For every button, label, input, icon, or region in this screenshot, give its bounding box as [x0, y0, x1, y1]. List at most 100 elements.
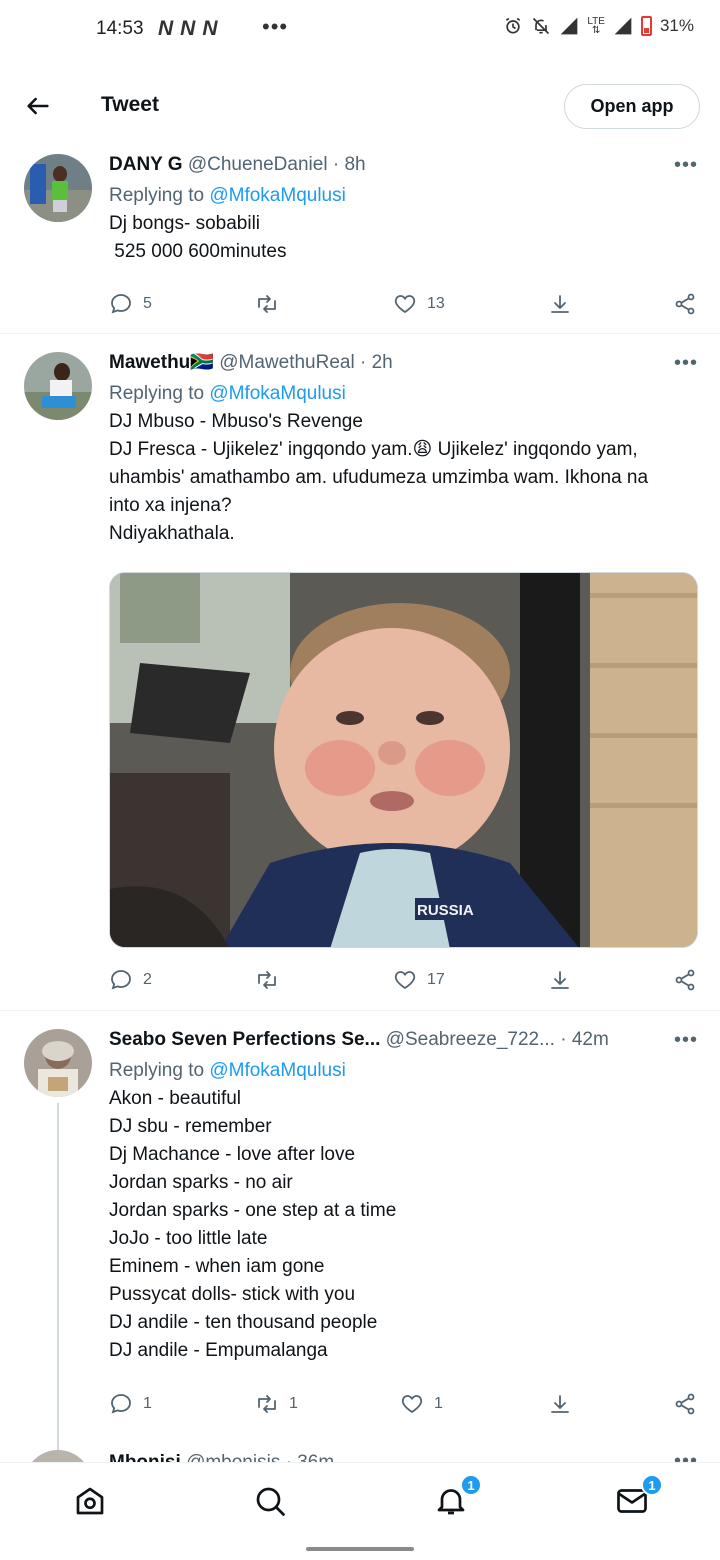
tweet-line: DJ sbu - remember [109, 1116, 272, 1137]
tweet-line: Dj Machance - love after love [109, 1144, 356, 1165]
author-handle[interactable]: @mbonisis [186, 1452, 280, 1462]
like-count: 1 [434, 1395, 443, 1412]
share-button[interactable] [673, 290, 697, 318]
tweet-line: Ndiyakhathala. [109, 523, 235, 544]
more-notifications-icon: ••• [262, 14, 289, 39]
more-options-icon[interactable]: ••• [674, 352, 697, 378]
avatar[interactable] [24, 1029, 92, 1097]
more-options-icon[interactable]: ••• [674, 1029, 697, 1055]
back-arrow-icon[interactable] [24, 92, 52, 120]
tweet-text: Dj bongs- sobabili 525 000 600minutes [109, 210, 698, 266]
nav-search[interactable] [252, 1483, 288, 1519]
reply-button[interactable]: 2 [109, 966, 152, 994]
more-options-icon[interactable]: ••• [674, 1450, 697, 1462]
share-download-button[interactable] [548, 1390, 572, 1418]
n-logo-icon: N [158, 17, 173, 40]
author-handle[interactable]: @ChueneDaniel [188, 154, 328, 175]
nav-messages[interactable]: 1 [614, 1474, 663, 1519]
tweet[interactable]: Mbonisi @mbonisis · 36m ••• [0, 1440, 720, 1462]
gesture-bar[interactable] [306, 1547, 414, 1551]
tweet-line: DJ andile - Empumalanga [109, 1340, 328, 1361]
signal-icon [561, 17, 578, 35]
retweet-icon [258, 295, 276, 313]
reply-button[interactable]: 5 [109, 290, 152, 318]
like-count: 13 [427, 295, 445, 312]
tweet-line: Dj bongs- sobabili [109, 213, 261, 234]
retweet-button[interactable] [255, 290, 289, 318]
tweet-line: DJ Mbuso - Mbuso's Revenge [109, 411, 363, 432]
nav-notifications[interactable]: 1 [433, 1474, 482, 1519]
author-name[interactable]: DANY G [109, 154, 183, 175]
retweet-button[interactable]: 1 [255, 1390, 298, 1418]
battery-icon [640, 16, 652, 36]
more-options-icon[interactable]: ••• [674, 154, 697, 180]
open-app-button[interactable]: Open app [564, 84, 700, 129]
tweet-line: Eminem - when iam gone [109, 1256, 325, 1277]
tweet[interactable]: DANY G @ChueneDaniel · 8h Replying to @M… [0, 146, 720, 334]
heart-icon [394, 971, 416, 990]
like-button[interactable]: 13 [393, 290, 445, 318]
author-handle[interactable]: @MawethuReal [219, 352, 354, 373]
avatar[interactable] [24, 154, 92, 222]
replying-to: Replying to @MfokaMqulusi [109, 182, 698, 210]
reply-count: 5 [143, 295, 152, 312]
tweet-line: DJ Fresca - Ujikelez' ingqondo yam.😩 Uji… [109, 439, 638, 460]
tweet-time[interactable]: · 36m [286, 1452, 335, 1462]
tweet-meta: Mbonisi @mbonisis · 36m [109, 1450, 698, 1462]
author-handle[interactable]: @Seabreeze_722... [386, 1029, 555, 1050]
replying-prefix: Replying to [109, 1060, 210, 1081]
tweet-line: Pussycat dolls- stick with you [109, 1284, 356, 1305]
tweet-meta: Seabo Seven Perfections Se... @Seabreeze… [109, 1027, 698, 1053]
notifications-badge: 1 [460, 1474, 482, 1496]
reply-count: 1 [143, 1395, 152, 1412]
tweet-line: DJ andile - ten thousand people [109, 1312, 378, 1333]
messages-badge: 1 [641, 1474, 663, 1496]
nav-home[interactable] [72, 1483, 108, 1519]
share-download-button[interactable] [548, 966, 572, 994]
lte-label: LTE [587, 16, 605, 27]
replying-to-link[interactable]: @MfokaMqulusi [209, 185, 346, 206]
lte-indicator: LTE ⇅ [587, 16, 605, 36]
thread-line [57, 1103, 59, 1451]
like-button[interactable]: 1 [400, 1390, 443, 1418]
like-button[interactable]: 17 [393, 966, 445, 994]
tweet-line: Akon - beautiful [109, 1088, 242, 1109]
tweet-line: 525 000 600minutes [109, 241, 287, 262]
retweet-icon [258, 1395, 276, 1413]
tweet-media-image[interactable]: RUSSIA [109, 572, 698, 948]
reply-count: 2 [143, 971, 152, 988]
media-shirt-text: RUSSIA [417, 902, 474, 919]
reply-icon [111, 970, 131, 990]
author-name[interactable]: Mbonisi [109, 1452, 181, 1462]
retweet-button[interactable] [255, 966, 289, 994]
avatar[interactable] [24, 1450, 92, 1462]
reply-button[interactable]: 1 [109, 1390, 152, 1418]
tweet-time[interactable]: · 42m [560, 1029, 609, 1050]
share-button[interactable] [673, 1390, 697, 1418]
tweet[interactable]: Seabo Seven Perfections Se... @Seabreeze… [0, 1011, 720, 1451]
replying-to: Replying to @MfokaMqulusi [109, 380, 698, 408]
tweet-line: uhambis' amathambo am. ufudumeza umzimba… [109, 467, 649, 488]
share-button[interactable] [673, 966, 697, 994]
tweet-line: JoJo - too little late [109, 1228, 268, 1249]
author-name[interactable]: Mawethu [109, 352, 190, 373]
notification-icons: N N N [158, 17, 218, 41]
replying-to-link[interactable]: @MfokaMqulusi [209, 383, 346, 404]
share-download-button[interactable] [548, 290, 572, 318]
share-icon [675, 969, 695, 991]
author-name[interactable]: Seabo Seven Perfections Se... [109, 1029, 380, 1050]
search-icon [256, 1487, 285, 1516]
tweet-line: into xa injena? [109, 495, 232, 516]
avatar[interactable] [24, 352, 92, 420]
download-icon [551, 295, 569, 313]
tweet[interactable]: Mawethu🇿🇦 @MawethuReal · 2h Replying to … [0, 334, 720, 1011]
tweet-time[interactable]: · 2h [360, 352, 393, 373]
tweet-text: DJ Mbuso - Mbuso's Revenge DJ Fresca - U… [109, 408, 698, 548]
status-bar: 14:53 N N N ••• LTE ⇅ 31% [0, 0, 720, 62]
home-icon [76, 1487, 104, 1515]
replying-to-link[interactable]: @MfokaMqulusi [209, 1060, 346, 1081]
tweet-time[interactable]: · 8h [333, 154, 366, 175]
tweet-text: Akon - beautiful DJ sbu - remember Dj Ma… [109, 1085, 698, 1365]
retweet-count: 1 [289, 1395, 298, 1412]
share-icon [675, 1393, 695, 1415]
